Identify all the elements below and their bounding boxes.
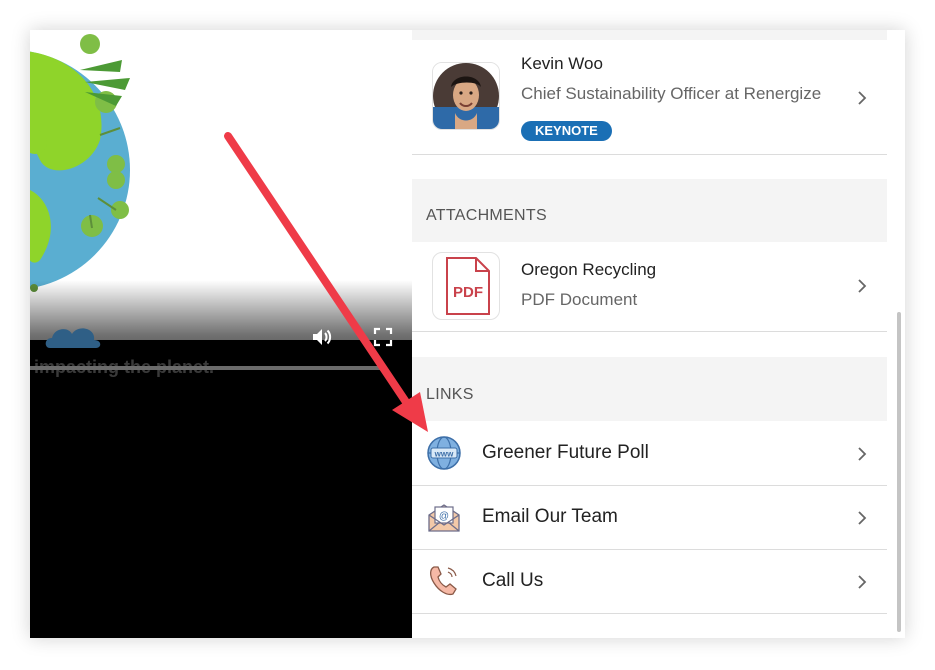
video-player[interactable]: impacting the planet.: [30, 30, 412, 638]
cloud-illustration: [45, 328, 101, 348]
email-envelope-icon: @: [428, 504, 460, 532]
panel-scrollbar[interactable]: [897, 312, 901, 632]
video-progress-bar[interactable]: [30, 366, 382, 370]
section-band: [412, 30, 887, 40]
pdf-icon: PDF: [432, 252, 500, 320]
speaker-row[interactable]: Kevin Woo Chief Sustainability Officer a…: [412, 40, 887, 155]
speaker-name: Kevin Woo: [521, 54, 603, 73]
links-section-header: LINKS: [412, 357, 887, 421]
app-window: impacting the planet.: [30, 30, 905, 638]
link-label: Email Our Team: [482, 506, 618, 527]
link-call-us[interactable]: Call Us: [412, 550, 887, 614]
session-details-panel: Kevin Woo Chief Sustainability Officer a…: [412, 30, 905, 638]
volume-icon[interactable]: [311, 326, 333, 348]
globe-www-icon: www: [427, 436, 461, 470]
attachment-subtitle: PDF Document: [521, 290, 638, 309]
fullscreen-icon[interactable]: [372, 326, 394, 348]
chevron-right-icon: [858, 91, 867, 105]
links-heading: LINKS: [426, 386, 474, 403]
chevron-right-icon: [858, 279, 867, 293]
chevron-right-icon: [858, 575, 867, 589]
chevron-right-icon: [858, 511, 867, 525]
link-label: Greener Future Poll: [482, 442, 649, 463]
attachment-row[interactable]: PDF Oregon Recycling PDF Document: [412, 242, 887, 332]
pdf-icon-text: PDF: [453, 284, 483, 301]
chevron-right-icon: [858, 447, 867, 461]
attachment-title: Oregon Recycling: [521, 260, 657, 279]
phone-icon: [429, 566, 457, 596]
link-email-our-team[interactable]: @ Email Our Team: [412, 486, 887, 550]
speaker-role: Chief Sustainability Officer at Renergiz…: [521, 84, 822, 103]
svg-text:@: @: [439, 511, 449, 522]
attachments-section-header: ATTACHMENTS: [412, 179, 887, 242]
speaker-avatar: [432, 62, 500, 130]
link-label: Call Us: [482, 570, 544, 591]
link-greener-future-poll[interactable]: www Greener Future Poll: [412, 422, 887, 486]
attachments-heading: ATTACHMENTS: [426, 207, 547, 224]
keynote-badge: KEYNOTE: [521, 121, 612, 141]
svg-text:www: www: [434, 450, 454, 459]
